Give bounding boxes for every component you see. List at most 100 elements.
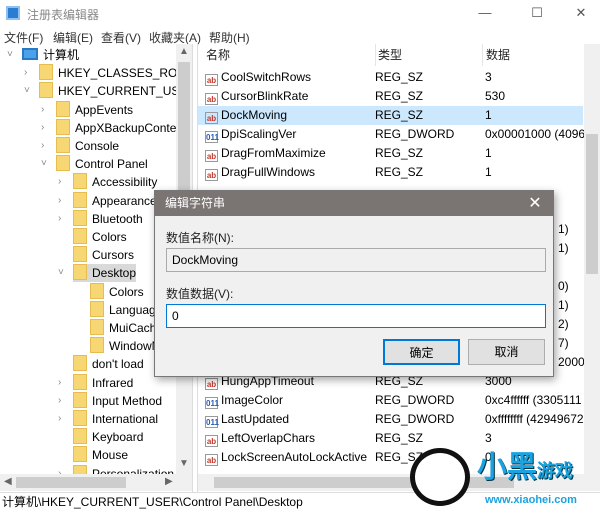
close-button[interactable]: ✕ <box>558 0 600 27</box>
tree-item[interactable]: Mouse <box>73 446 128 464</box>
folder-icon <box>39 82 53 99</box>
value-name: LeftOverlapChars <box>221 431 316 445</box>
scroll-left-icon[interactable]: ◀ <box>4 476 12 487</box>
cancel-button[interactable]: 取消 <box>468 339 545 365</box>
value-name: DockMoving <box>221 108 288 122</box>
chevron-right-icon[interactable]: › <box>41 137 51 155</box>
folder-icon <box>73 373 87 390</box>
tree-item-label: Languag <box>109 302 156 317</box>
tree-item[interactable]: MuiCach <box>90 319 156 337</box>
folder-icon <box>73 410 87 426</box>
value-data: 0xc4ffffff (3305111 <box>485 393 582 407</box>
maximize-button[interactable]: ☐ <box>514 0 560 27</box>
string-value-icon: ab <box>205 150 218 162</box>
chevron-right-icon[interactable]: › <box>58 173 68 191</box>
value-data: 1) <box>558 241 569 255</box>
window-title: 注册表编辑器 <box>27 8 100 22</box>
value-data-input[interactable]: 0 <box>166 304 546 328</box>
value-data: 0x00001000 (4096) <box>485 127 590 141</box>
dialog-close-icon[interactable]: ✕ <box>523 191 547 216</box>
column-header-type[interactable]: 类型 <box>375 44 402 66</box>
chevron-right-icon[interactable]: › <box>58 410 68 428</box>
scroll-up-icon[interactable]: ▲ <box>179 46 189 57</box>
chevron-right-icon[interactable]: › <box>58 374 68 392</box>
value-name-label: 数值名称(N): <box>166 231 234 245</box>
tree-item-label: AppXBackupConter <box>75 120 181 135</box>
tree-item[interactable]: › Console <box>41 137 119 155</box>
tree-item[interactable]: › Accessibility <box>58 173 157 191</box>
chevron-right-icon[interactable]: › <box>58 210 68 228</box>
chevron-down-icon[interactable]: ˅ <box>24 82 34 100</box>
tree-item[interactable]: › HKEY_CLASSES_ROOT <box>24 64 192 82</box>
list-scroll-thumb[interactable] <box>586 134 598 274</box>
value-row[interactable]: ab CoolSwitchRows REG_SZ 3 <box>198 68 583 87</box>
chevron-down-icon[interactable]: ˅ <box>58 264 68 282</box>
value-row[interactable]: ab CursorBlinkRate REG_SZ 530 <box>198 87 583 106</box>
value-data: 2000 <box>558 355 585 369</box>
string-value-icon: ab <box>205 454 218 466</box>
value-row[interactable]: ab DragFullWindows REG_SZ 1 <box>198 163 583 182</box>
edit-string-dialog: 编辑字符串 ✕ 数值名称(N): DockMoving 数值数据(V): 0 确… <box>154 190 554 377</box>
value-type: REG_SZ <box>375 108 424 122</box>
ok-button[interactable]: 确定 <box>383 339 460 365</box>
tree-item-label: Appearance <box>92 193 157 208</box>
tree-item-label: HKEY_CURRENT_USER <box>58 84 193 99</box>
folder-icon <box>73 191 87 208</box>
tree-item[interactable]: › Input Method <box>58 391 162 410</box>
tree-item[interactable]: › Bluetooth <box>58 209 143 228</box>
tree-item[interactable]: Languag <box>90 300 156 319</box>
chevron-right-icon[interactable]: › <box>41 101 51 119</box>
tree-item[interactable]: WindowM <box>90 337 162 355</box>
tree-item[interactable]: › AppXBackupConter <box>41 118 181 137</box>
chevron-right-icon[interactable]: › <box>41 119 51 137</box>
value-row[interactable]: 011 LastUpdated REG_DWORD 0xffffffff (42949… <box>198 410 584 429</box>
tree-item-label: Infrared <box>92 375 134 390</box>
tree-item[interactable]: › Infrared <box>58 373 134 392</box>
tree-item[interactable]: › AppEvents <box>41 100 133 119</box>
tree-item[interactable]: ˅ Control Panel <box>41 155 148 173</box>
chevron-right-icon[interactable]: › <box>58 192 68 210</box>
scroll-down-icon[interactable]: ▼ <box>179 458 189 469</box>
tree-item-label: Cursors <box>92 248 135 263</box>
value-data: 0) <box>558 279 569 293</box>
folder-icon <box>73 264 87 281</box>
scroll-right-icon[interactable]: ▶ <box>165 476 173 487</box>
dialog-title: 编辑字符串 <box>155 191 553 216</box>
value-name-field: DockMoving <box>166 248 546 272</box>
value-data: 0xffffffff (42949672 <box>485 412 584 426</box>
tree-item[interactable]: ˅ Desktop <box>58 264 137 283</box>
chevron-right-icon[interactable]: › <box>24 64 34 82</box>
binary-value-icon: 011 <box>205 131 219 143</box>
value-row[interactable]: 011 DpiScalingVer REG_DWORD 0x00001000 (409… <box>198 125 589 144</box>
folder-icon <box>73 246 87 263</box>
tree-item-label: Desktop <box>92 266 137 281</box>
tree-horizontal-scrollbar[interactable]: ◀ ▶ <box>0 474 192 491</box>
chevron-right-icon[interactable]: › <box>58 392 68 410</box>
tree-item[interactable]: Colors <box>73 228 127 246</box>
folder-icon <box>39 64 53 81</box>
value-type: REG_SZ <box>375 165 424 179</box>
tree-item[interactable]: › International <box>58 410 158 428</box>
value-row[interactable]: ab DragFromMaximize REG_SZ 1 <box>198 144 583 163</box>
chevron-down-icon[interactable]: ˅ <box>7 46 17 64</box>
tree-item[interactable]: ˅ HKEY_CURRENT_USER <box>24 82 193 100</box>
chevron-down-icon[interactable]: ˅ <box>41 155 51 173</box>
tree-item[interactable]: ˅ 计算机 <box>7 46 79 64</box>
tree-item[interactable]: Cursors <box>73 246 134 264</box>
tree-item[interactable]: Colors <box>90 282 144 301</box>
column-header-name[interactable]: 名称 <box>206 44 230 66</box>
value-data: 1 <box>485 108 492 122</box>
tree-item[interactable]: don't load <box>73 355 144 373</box>
tree-item-label: Colors <box>109 284 144 299</box>
value-name: DpiScalingVer <box>221 127 297 141</box>
value-row[interactable]: ab DockMoving REG_SZ 1 <box>198 106 583 125</box>
watermark-url: www.xiaohei.com <box>485 494 577 506</box>
tree-item[interactable]: Keyboard <box>73 428 143 446</box>
list-vertical-scrollbar[interactable] <box>584 44 600 474</box>
minimize-button[interactable]: — <box>462 0 508 27</box>
value-data: 1 <box>485 146 492 160</box>
tree-item[interactable]: › Appearance <box>58 191 157 210</box>
column-header-data[interactable]: 数据 <box>482 44 510 66</box>
tree-hscroll-thumb[interactable] <box>16 477 126 488</box>
value-row[interactable]: 011 ImageColor REG_DWORD 0xc4ffffff (330511… <box>198 391 583 410</box>
